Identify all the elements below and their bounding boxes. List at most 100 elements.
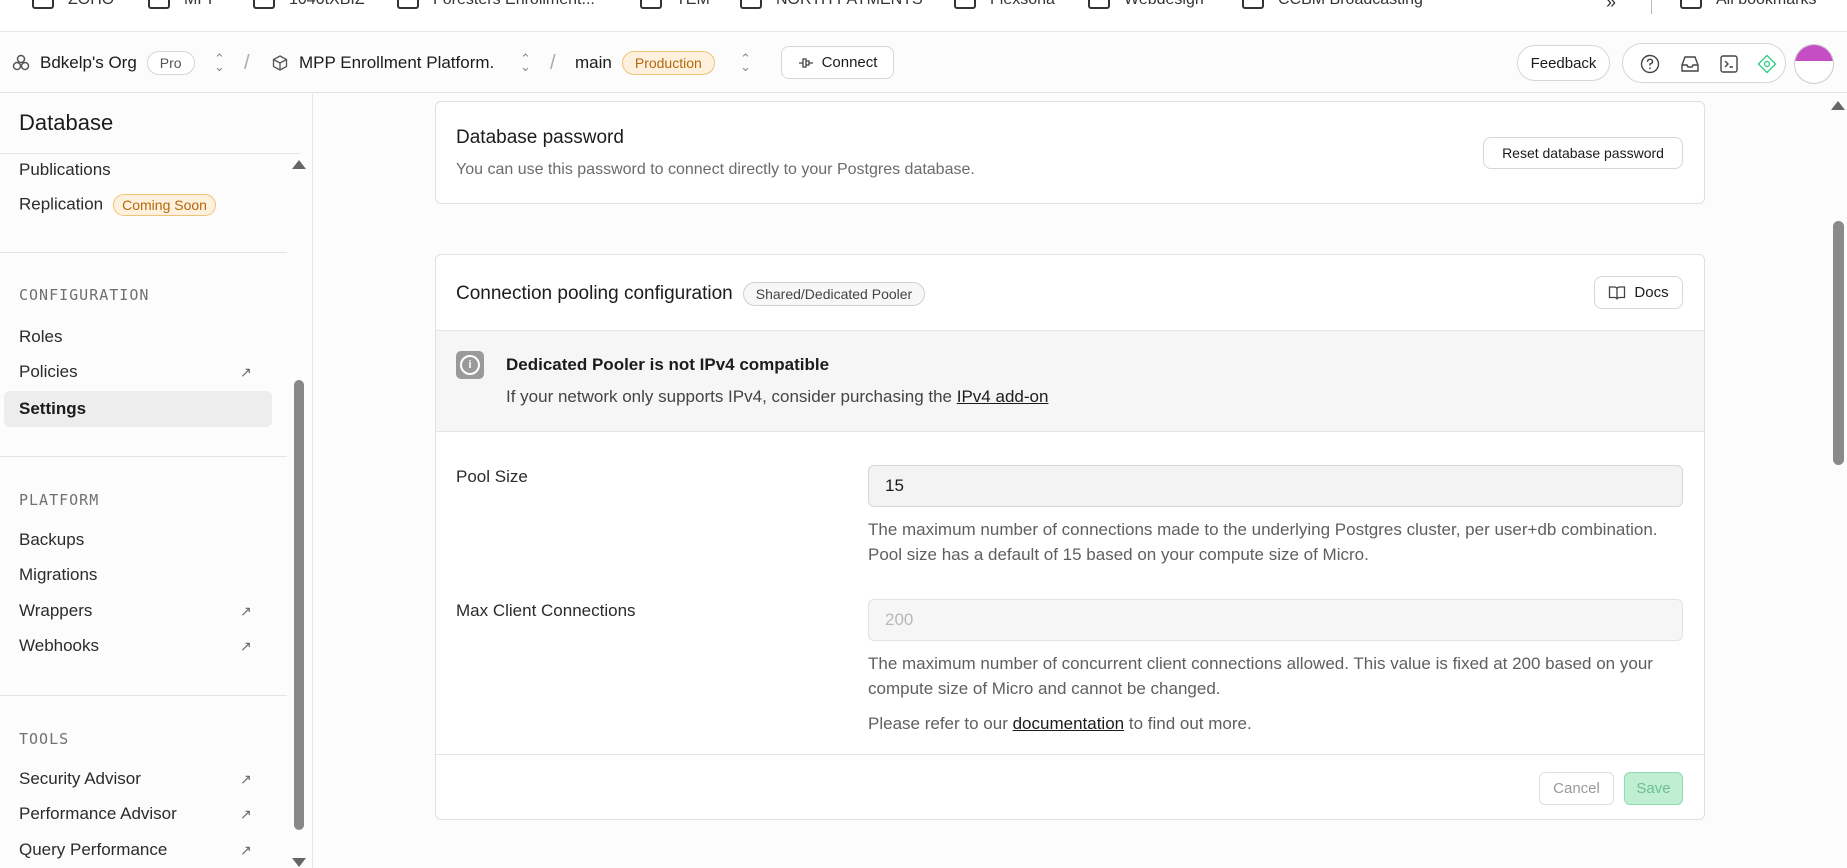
folder-icon	[397, 0, 419, 9]
avatar[interactable]	[1794, 44, 1834, 84]
branch-selector[interactable]: main Production	[575, 33, 715, 93]
external-link-icon: ↗	[240, 364, 252, 380]
folder-icon	[740, 0, 762, 9]
scroll-down-arrow-icon[interactable]	[292, 858, 306, 867]
documentation-link[interactable]: documentation	[1013, 714, 1125, 733]
card-title: Database password	[456, 127, 624, 148]
external-link-icon: ↗	[240, 771, 252, 787]
notice-text: If your network only supports IPv4, cons…	[506, 387, 1049, 406]
external-link-icon: ↗	[240, 842, 252, 858]
card-description: You can use this password to connect dir…	[456, 161, 975, 178]
assistant-icon[interactable]	[1757, 54, 1777, 74]
sidebar-item-policies[interactable]: Policies	[19, 362, 78, 382]
divider	[1651, 0, 1652, 14]
project-switcher-chevron-icon[interactable]: ⌃ ⌄	[520, 33, 531, 93]
bookmark-folder[interactable]: NORTH PAYMENTS	[740, 0, 923, 9]
folder-icon	[640, 0, 662, 9]
sidebar: Database Publications Replication Coming …	[0, 94, 313, 868]
terminal-icon[interactable]	[1719, 54, 1739, 74]
bookmark-folder[interactable]: Foresters Enrollment...	[397, 0, 595, 9]
plug-icon	[798, 57, 813, 68]
docs-button[interactable]: Docs	[1594, 276, 1683, 309]
inbox-icon[interactable]	[1679, 54, 1701, 74]
bookmark-folder[interactable]: MPP	[148, 0, 219, 9]
box-icon	[272, 55, 288, 71]
sidebar-item-query-performance[interactable]: Query Performance	[19, 840, 167, 860]
org-switcher-chevron-icon[interactable]: ⌃ ⌄	[214, 33, 225, 93]
sidebar-item-backups[interactable]: Backups	[19, 530, 84, 550]
all-bookmarks-button[interactable]: All bookmarks	[1680, 0, 1816, 9]
branch-switcher-chevron-icon[interactable]: ⌃ ⌄	[740, 33, 751, 93]
database-password-card: Database password You can use this passw…	[435, 101, 1705, 204]
connection-pooling-card: Connection pooling configuration Shared/D…	[435, 254, 1705, 820]
sidebar-item-security-advisor[interactable]: Security Advisor	[19, 769, 141, 789]
sidebar-item-roles[interactable]: Roles	[19, 327, 62, 347]
reset-password-button[interactable]: Reset database password	[1483, 137, 1683, 169]
ipv4-addon-link[interactable]: IPv4 add-on	[957, 387, 1049, 406]
max-client-connections-help: The maximum number of concurrent client …	[868, 654, 1653, 698]
pooler-badge: Shared/Dedicated Pooler	[742, 282, 926, 306]
card-title-row: Connection pooling configuration Shared/D…	[456, 282, 926, 306]
sidebar-item-migrations[interactable]: Migrations	[19, 565, 97, 585]
divider	[0, 252, 287, 253]
section-heading-tools: TOOLS	[19, 730, 70, 748]
sidebar-scrollbar[interactable]	[294, 380, 304, 830]
org-icon	[12, 54, 30, 71]
top-navigation-bar: Bdkelp's Org Pro ⌃ ⌄ / MPP Enrollment Pla…	[0, 33, 1847, 93]
section-heading-configuration: CONFIGURATION	[19, 286, 150, 304]
divider	[0, 456, 287, 457]
project-selector[interactable]: MPP Enrollment Platform.	[271, 33, 494, 93]
bookmark-folder[interactable]: TEM	[640, 0, 710, 9]
bookmark-folder[interactable]: 1040tXBIZ	[253, 0, 365, 9]
main-scrollbar[interactable]	[1833, 221, 1844, 465]
folder-icon	[253, 0, 275, 9]
external-link-icon: ↗	[240, 806, 252, 822]
feedback-button[interactable]: Feedback	[1517, 45, 1610, 81]
breadcrumb-separator: /	[550, 51, 556, 74]
notice-title: Dedicated Pooler is not IPv4 compatible	[506, 355, 830, 374]
sidebar-item-settings[interactable]: Settings	[4, 391, 272, 427]
help-icon[interactable]	[1640, 54, 1660, 74]
folder-icon	[954, 0, 976, 9]
sidebar-item-publications[interactable]: Publications	[19, 160, 111, 180]
bookmark-folder[interactable]: CCBM Broadcasting	[1242, 0, 1423, 9]
cancel-button[interactable]: Cancel	[1539, 772, 1614, 805]
max-client-connections-label: Max Client Connections	[456, 601, 636, 620]
connect-button[interactable]: Connect	[781, 46, 894, 79]
sidebar-item-replication[interactable]: Replication Coming Soon	[19, 194, 216, 216]
documentation-note: Please refer to our documentation to fin…	[868, 714, 1252, 733]
sidebar-item-performance-advisor[interactable]: Performance Advisor	[19, 804, 177, 824]
max-client-connections-input[interactable]: 200	[868, 599, 1683, 641]
bookmarks-overflow-button[interactable]: »	[1606, 0, 1616, 13]
plan-badge: Pro	[146, 51, 195, 75]
sidebar-item-webhooks[interactable]: Webhooks	[19, 636, 99, 656]
sidebar-title: Database	[19, 110, 114, 135]
divider	[436, 754, 1704, 755]
sidebar-item-label: Replication	[19, 194, 104, 214]
pool-size-label: Pool Size	[456, 467, 528, 486]
divider	[0, 153, 300, 154]
bookmark-folder[interactable]: ZOHO	[32, 0, 114, 9]
info-icon: i	[456, 351, 484, 379]
bookmark-folder[interactable]: Flexsona	[954, 0, 1055, 9]
save-button[interactable]: Save	[1624, 772, 1683, 805]
folder-icon	[1242, 0, 1264, 9]
branch-name: main	[575, 53, 612, 72]
header-icon-group	[1622, 43, 1786, 83]
folder-icon	[148, 0, 170, 9]
coming-soon-badge: Coming Soon	[113, 194, 216, 216]
pool-size-input[interactable]: 15	[868, 465, 1683, 507]
bookmark-folder[interactable]: Webdesign	[1088, 0, 1204, 9]
divider	[0, 695, 287, 696]
external-link-icon: ↗	[240, 638, 252, 654]
org-selector[interactable]: Bdkelp's Org Pro	[12, 33, 195, 93]
scroll-up-arrow-icon[interactable]	[1831, 101, 1845, 110]
scroll-up-arrow-icon[interactable]	[292, 160, 306, 169]
ipv4-notice: i Dedicated Pooler is not IPv4 compatibl…	[436, 330, 1704, 432]
section-heading-platform: PLATFORM	[19, 491, 100, 509]
breadcrumb-separator: /	[244, 51, 250, 74]
folder-icon	[1680, 0, 1702, 9]
sidebar-item-wrappers[interactable]: Wrappers	[19, 601, 92, 621]
bookmarks-bar: ZOHO MPP 1040tXBIZ Foresters Enrollment.…	[0, 0, 1847, 32]
environment-badge: Production	[621, 51, 715, 75]
